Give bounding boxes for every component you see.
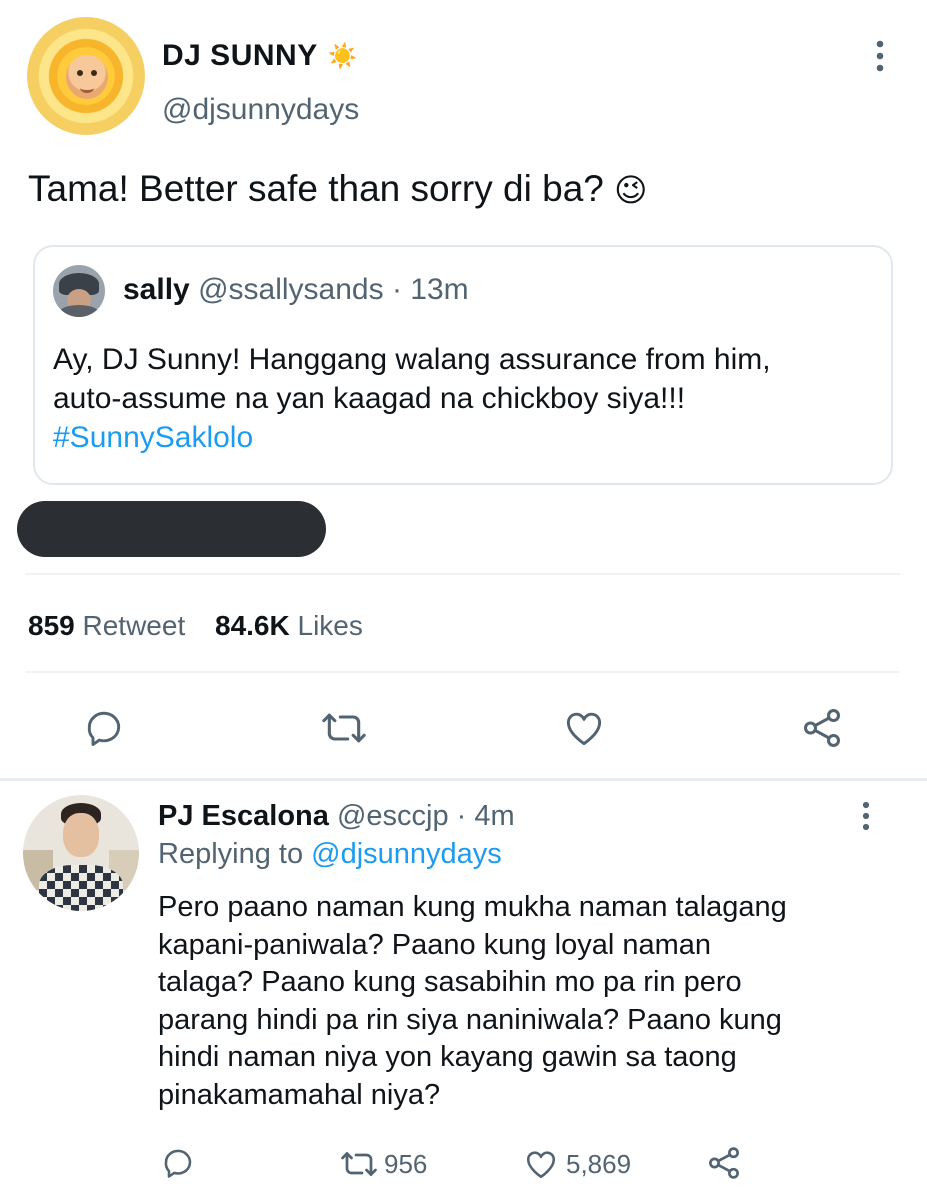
quoted-header: sally @ssallysands · 13m — [123, 273, 469, 307]
reply-more-options-button[interactable] — [850, 798, 882, 834]
likes-count: 84.6K — [215, 610, 290, 641]
reply-retweet-button[interactable]: 956 — [338, 1144, 427, 1184]
redacted-bar — [17, 501, 326, 557]
retweets-count: 859 — [28, 610, 75, 641]
reply-icon — [87, 711, 121, 746]
like-icon — [526, 1151, 556, 1179]
quoted-text-line: auto-assume na yan kaagad na chickboy si… — [53, 382, 686, 415]
retweets-label: Retweet — [82, 610, 186, 641]
quoted-author-handle[interactable]: @ssallysands — [198, 273, 384, 306]
reply-text-line: talaga? Paano kung sasabihin mo pa rin p… — [158, 966, 742, 998]
divider — [25, 671, 900, 673]
hashtag-link[interactable]: #SunnySaklolo — [53, 418, 771, 457]
author-name-row[interactable]: DJ SUNNY ☀️ — [162, 36, 358, 76]
divider — [25, 573, 900, 575]
quoted-text: Ay, DJ Sunny! Hanggang walang assurance … — [53, 340, 771, 457]
replying-to-prefix: Replying to — [158, 838, 304, 870]
reply-like-button[interactable]: 5,869 — [522, 1144, 631, 1184]
reply-text-line: parang hindi pa rin siya naniniwala? Paa… — [158, 1003, 782, 1036]
quoted-time[interactable]: 13m — [410, 273, 468, 306]
reply-icon — [164, 1149, 192, 1178]
divider — [0, 778, 927, 781]
tweet-stats: 859 Retweet 84.6K Likes — [28, 610, 363, 642]
quoted-text-line: Ay, DJ Sunny! Hanggang walang assurance … — [53, 343, 771, 376]
retweet-icon — [341, 1152, 377, 1176]
share-icon — [709, 1147, 739, 1179]
sun-face — [66, 55, 108, 99]
quoted-author-avatar[interactable] — [53, 265, 105, 317]
tweet-text-content: Tama! Better safe than sorry di ba? — [28, 168, 604, 209]
tweet-text: Tama! Better safe than sorry di ba? 😉 — [28, 168, 648, 210]
author-handle[interactable]: @djsunnydays — [162, 93, 359, 127]
reply-author-avatar[interactable] — [23, 795, 139, 911]
reply-text: Pero paano naman kung mukha naman talaga… — [158, 889, 787, 1114]
reply-header: PJ Escalona @esccjp · 4m — [158, 800, 515, 833]
reply-text-line: pinakamamahal niya? — [158, 1078, 441, 1111]
reply-author-name[interactable]: PJ Escalona — [158, 800, 329, 832]
like-icon — [566, 712, 602, 746]
retweet-button[interactable] — [316, 702, 372, 754]
sun-emoji: ☀️ — [327, 42, 358, 70]
reply-text-line: Pero paano naman kung mukha naman talaga… — [158, 891, 787, 923]
retweet-icon — [322, 713, 366, 743]
more-options-button[interactable] — [862, 36, 898, 76]
reply-separator: · — [456, 800, 467, 832]
replying-to-line: Replying to @djsunnydays — [158, 838, 502, 871]
more-icon — [876, 40, 884, 72]
likes-label: Likes — [297, 610, 363, 641]
reply-author-handle[interactable]: @esccjp — [337, 800, 449, 832]
reply-button[interactable] — [78, 702, 130, 754]
reply-retweet-count: 956 — [384, 1148, 428, 1179]
share-icon — [803, 709, 841, 747]
likes-stat[interactable]: 84.6K Likes — [215, 610, 363, 641]
reply-share-button[interactable] — [703, 1142, 745, 1184]
wink-emoji: 😉 — [614, 172, 648, 208]
reply-like-count: 5,869 — [566, 1148, 632, 1179]
author-avatar[interactable] — [27, 17, 145, 135]
replying-to-link[interactable]: @djsunnydays — [311, 838, 502, 870]
retweets-stat[interactable]: 859 Retweet — [28, 610, 193, 641]
more-icon — [862, 801, 870, 831]
quoted-author-name[interactable]: sally — [123, 273, 190, 306]
reply-time[interactable]: 4m — [474, 800, 514, 832]
reply-reply-button[interactable] — [157, 1142, 199, 1184]
reply-text-line: kapani-paniwala? Paano kung loyal naman — [158, 928, 711, 961]
reply-text-line: hindi naman niya yon kayang gawin sa tao… — [158, 1041, 737, 1073]
author-name[interactable]: DJ SUNNY — [162, 39, 318, 73]
share-button[interactable] — [796, 702, 848, 754]
quoted-separator: · — [391, 273, 402, 306]
like-button[interactable] — [558, 702, 610, 754]
